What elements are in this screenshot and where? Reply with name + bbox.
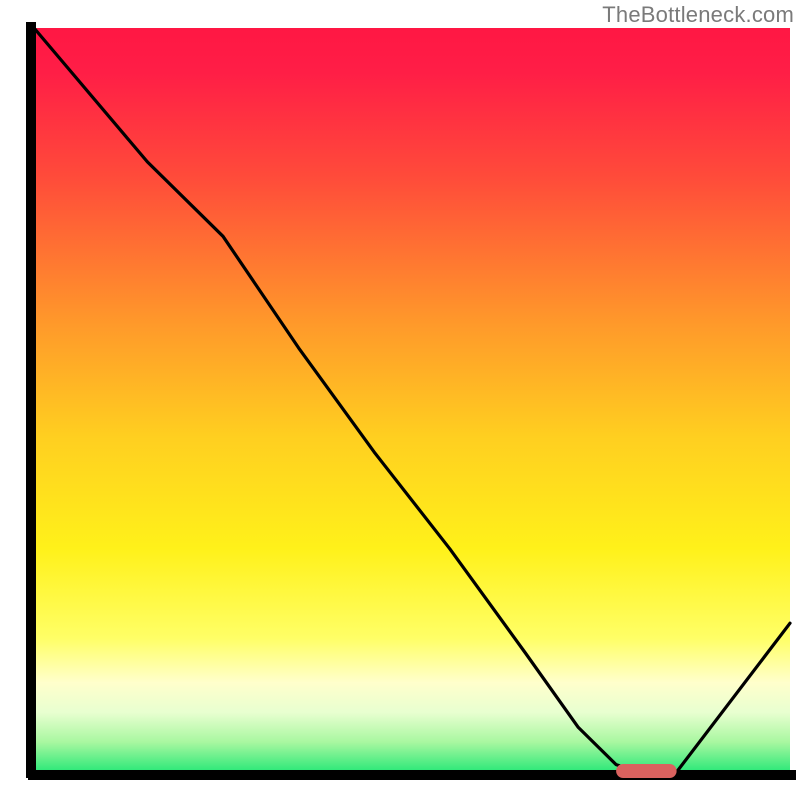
plot-background	[34, 28, 790, 772]
chart-container: { "watermark": "TheBottleneck.com", "col…	[0, 0, 800, 800]
bottleneck-chart	[0, 0, 800, 800]
watermark-text: TheBottleneck.com	[602, 2, 794, 28]
optimal-marker	[616, 764, 676, 778]
